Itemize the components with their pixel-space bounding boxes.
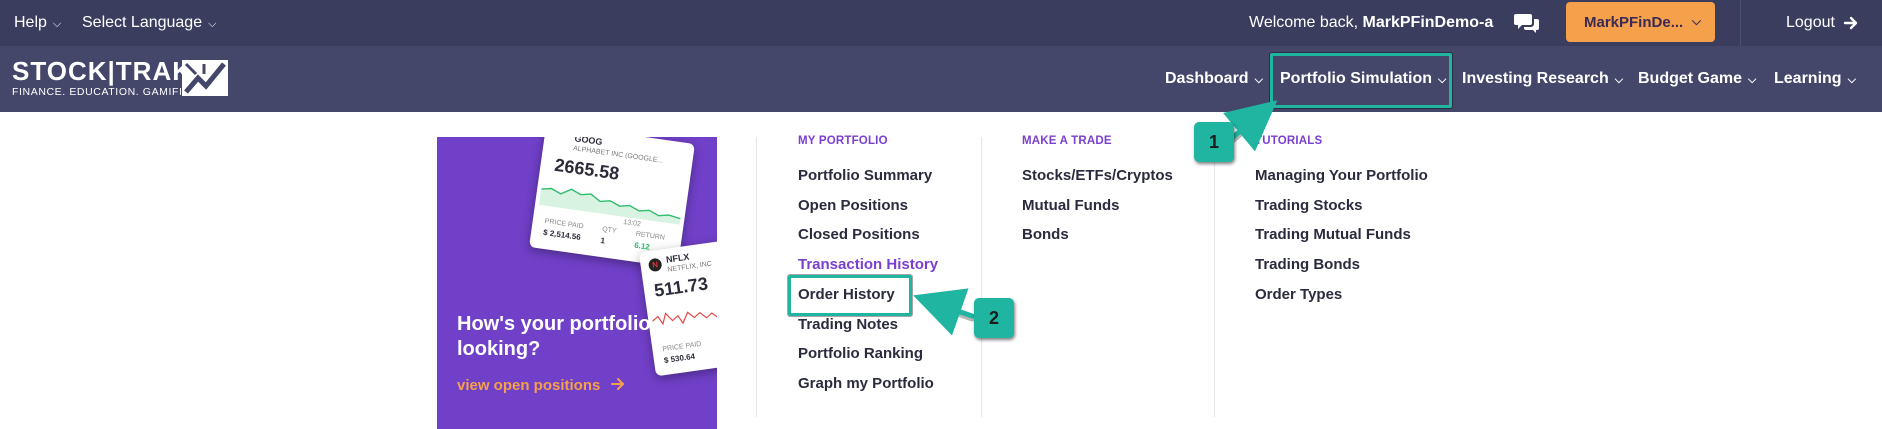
nav-investing-research-label: Investing Research	[1462, 70, 1609, 87]
help-label: Help	[14, 14, 47, 31]
link-closed-positions[interactable]: Closed Positions	[798, 226, 920, 243]
chevron-down-icon: ⌵	[1438, 73, 1447, 86]
link-trading-mutual-funds[interactable]: Trading Mutual Funds	[1255, 226, 1411, 243]
arrow-right-icon	[1843, 16, 1858, 30]
link-bonds[interactable]: Bonds	[1022, 226, 1069, 243]
column-divider	[981, 137, 982, 417]
link-trading-bonds[interactable]: Trading Bonds	[1255, 256, 1360, 273]
logo-mark-icon	[182, 60, 228, 96]
chevron-down-icon: ⌵	[1748, 73, 1757, 86]
account-menu-button[interactable]: MarkPFinDe... ⌵	[1566, 2, 1715, 42]
step-1-callout: 1	[1194, 122, 1234, 162]
link-stocks-etfs-cryptos[interactable]: Stocks/ETFs/Cryptos	[1022, 167, 1173, 184]
top-utility-bar: Help ⌵ Select Language ⌵ Welcome back, M…	[0, 0, 1882, 46]
chevron-down-icon: ⌵	[1254, 73, 1263, 86]
column-divider	[1214, 137, 1215, 417]
promo-link-label: view open positions	[457, 377, 601, 394]
link-mutual-funds[interactable]: Mutual Funds	[1022, 197, 1120, 214]
column-divider	[756, 137, 757, 417]
nav-dashboard-label: Dashboard	[1165, 70, 1249, 87]
nav-dashboard[interactable]: Dashboard ⌵	[1165, 46, 1263, 112]
card1-price-paid: $ 2,514.56	[542, 227, 582, 243]
card1-return-label: RETURN	[635, 230, 666, 242]
nav-budget-game[interactable]: Budget Game ⌵	[1638, 46, 1756, 112]
card1-return: 6.12	[633, 240, 651, 252]
nav-budget-game-label: Budget Game	[1638, 70, 1743, 87]
card1-qty-label: QTY	[601, 225, 617, 235]
card2-ticker: NFLX	[665, 251, 691, 265]
link-portfolio-ranking[interactable]: Portfolio Ranking	[798, 345, 923, 362]
language-label: Select Language	[82, 14, 203, 31]
my-portfolio-heading: MY PORTFOLIO	[798, 135, 888, 147]
account-label: MarkPFinDe...	[1584, 13, 1684, 31]
link-trading-notes[interactable]: Trading Notes	[798, 316, 898, 333]
nav-portfolio-simulation-label: Portfolio Simulation	[1280, 70, 1432, 87]
chevron-down-icon: ⌵	[1614, 73, 1624, 86]
card1-time: 13:02	[622, 218, 642, 229]
link-open-positions[interactable]: Open Positions	[798, 197, 908, 214]
logo-wordmark: STOCK|TRAK	[12, 56, 193, 86]
chevron-down-icon: ⌵	[52, 17, 62, 30]
link-transaction-history[interactable]: Transaction History	[798, 256, 938, 273]
make-a-trade-heading: MAKE A TRADE	[1022, 135, 1112, 147]
messages-button[interactable]	[1514, 0, 1540, 46]
promo-title: How's your portfolio looking?	[457, 313, 651, 360]
welcome-prefix: Welcome back,	[1249, 14, 1359, 31]
stocktrak-logo[interactable]: STOCK|TRAK FINANCE. EDUCATION. GAMIFIED.	[12, 58, 202, 98]
nav-learning[interactable]: Learning ⌵	[1774, 46, 1856, 112]
language-selector[interactable]: Select Language ⌵	[82, 0, 216, 46]
chevron-down-icon: ⌵	[1691, 14, 1701, 28]
chevron-down-icon: ⌵	[1847, 73, 1856, 86]
netflix-logo-icon: N	[647, 257, 663, 273]
nav-learning-label: Learning	[1774, 70, 1842, 87]
topbar-divider	[1740, 0, 1741, 46]
card2-price: 511.73	[652, 273, 710, 301]
welcome-username: MarkPFinDemo-a	[1362, 14, 1494, 31]
promo-banner[interactable]: GOOG ALPHABET INC (GOOGLE... 2665.58 13:…	[437, 137, 717, 429]
link-managing-your-portfolio[interactable]: Managing Your Portfolio	[1255, 167, 1428, 184]
help-menu[interactable]: Help ⌵	[14, 0, 61, 46]
link-graph-my-portfolio[interactable]: Graph my Portfolio	[798, 375, 934, 392]
nav-investing-research[interactable]: Investing Research ⌵	[1462, 46, 1623, 112]
arrow-right-icon	[610, 378, 624, 390]
link-order-history[interactable]: Order History	[798, 286, 895, 303]
main-navbar: STOCK|TRAK FINANCE. EDUCATION. GAMIFIED.…	[0, 46, 1882, 112]
link-trading-stocks[interactable]: Trading Stocks	[1255, 197, 1363, 214]
tutorials-heading: TUTORIALS	[1255, 135, 1323, 147]
link-portfolio-summary[interactable]: Portfolio Summary	[798, 167, 932, 184]
logout-label: Logout	[1786, 14, 1835, 31]
chevron-down-icon: ⌵	[208, 17, 217, 30]
view-open-positions-link[interactable]: view open positions	[457, 377, 625, 394]
nav-portfolio-simulation[interactable]: Portfolio Simulation ⌵	[1280, 46, 1446, 112]
logout-button[interactable]: Logout	[1786, 0, 1859, 46]
link-order-types[interactable]: Order Types	[1255, 286, 1342, 303]
step-2-callout: 2	[974, 298, 1014, 338]
card1-qty: 1	[600, 235, 606, 246]
chat-bubbles-icon	[1514, 14, 1539, 33]
welcome-message: Welcome back, MarkPFinDemo-a	[1249, 0, 1493, 46]
logo-tagline: FINANCE. EDUCATION. GAMIFIED.	[12, 86, 202, 98]
